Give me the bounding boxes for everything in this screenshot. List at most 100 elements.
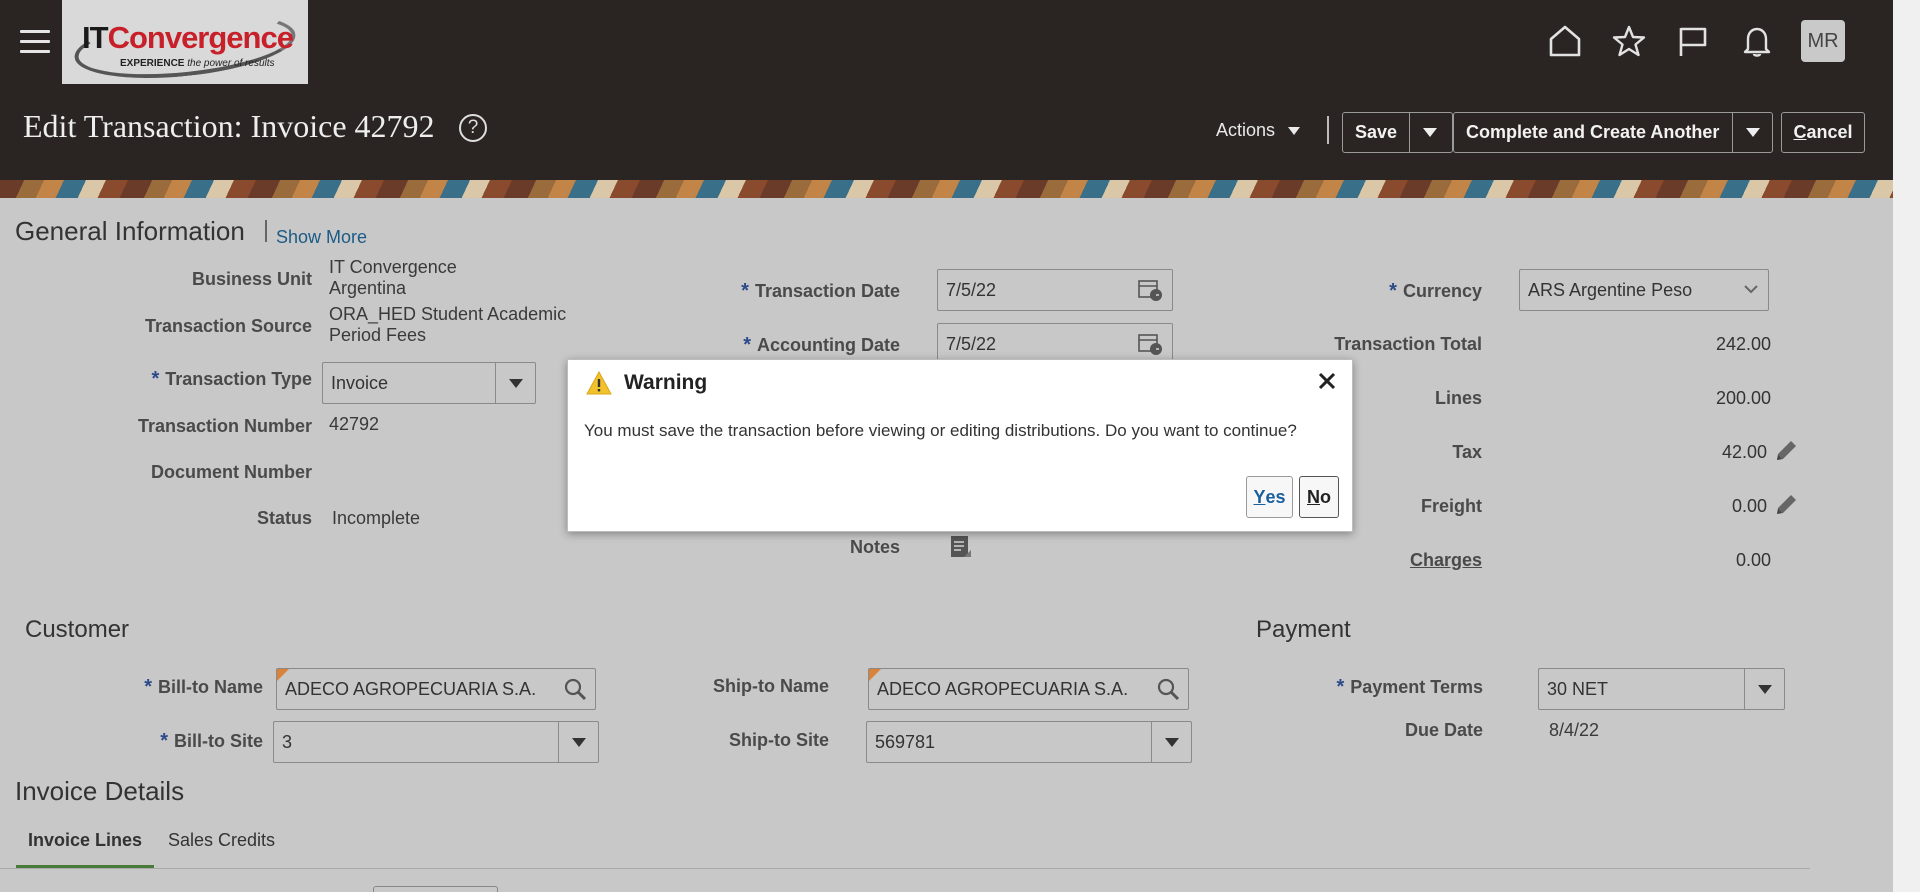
save-button[interactable]: Save: [1343, 122, 1409, 143]
required-indicator: *: [144, 676, 152, 698]
lines-value: 200.00: [1715, 388, 1771, 408]
warning-dialog: Warning You must save the transaction be…: [567, 359, 1353, 532]
required-indicator: *: [1389, 280, 1397, 302]
complete-options-dropdown[interactable]: [1732, 113, 1772, 152]
charges-link[interactable]: Charges: [1410, 550, 1482, 571]
transaction-type-label: * Transaction Type: [151, 368, 312, 390]
business-unit-value: IT Convergence: [329, 257, 457, 277]
chevron-down-icon[interactable]: [1151, 722, 1191, 762]
no-button[interactable]: No: [1299, 476, 1339, 518]
required-indicator: *: [160, 730, 168, 752]
payment-heading: Payment: [1256, 616, 1351, 643]
transaction-source-value: ORA_HED Student Academic: [329, 304, 567, 324]
search-icon[interactable]: [1156, 677, 1180, 706]
ship-to-site-select[interactable]: 569781: [866, 721, 1192, 763]
transaction-total-label: Transaction Total: [1334, 334, 1482, 354]
transaction-number-value: 42792: [329, 414, 380, 434]
edit-icon[interactable]: [1773, 492, 1799, 523]
warning-icon: [586, 370, 612, 400]
bill-to-site-select[interactable]: 3: [273, 721, 599, 763]
chevron-down-icon[interactable]: [495, 363, 535, 403]
tax-label: Tax: [1452, 442, 1482, 462]
required-flag: [277, 669, 289, 681]
document-number-label: Document Number: [150, 462, 312, 482]
accounting-date-label: * Accounting Date: [743, 334, 900, 356]
transaction-number-label: Transaction Number: [137, 416, 312, 436]
bill-to-name-input[interactable]: ADECO AGROPECUARIA S.A.: [276, 668, 596, 710]
notes-icon[interactable]: [950, 535, 972, 564]
show-more-link[interactable]: Show More: [276, 227, 367, 248]
currency-label: * Currency: [1389, 280, 1482, 302]
star-icon[interactable]: [1609, 21, 1649, 61]
customer-heading: Customer: [25, 616, 130, 643]
payment-terms-label: * Payment Terms: [1336, 676, 1483, 698]
transaction-source-label: Transaction Source: [144, 316, 312, 336]
ship-to-name-label: Ship-to Name: [712, 676, 829, 696]
lines-label: Lines: [1434, 388, 1482, 408]
top-header: ITConvergence EXPERIENCE the power of re…: [0, 0, 1893, 180]
bell-icon[interactable]: [1737, 21, 1777, 61]
charges-value: 0.00: [1735, 550, 1771, 570]
required-indicator: *: [743, 334, 751, 356]
chevron-down-icon: [1742, 280, 1760, 303]
edit-icon[interactable]: [1773, 438, 1799, 469]
save-options-dropdown[interactable]: [1409, 113, 1449, 152]
chevron-down-icon: [1422, 128, 1437, 137]
chevron-down-icon[interactable]: [1744, 669, 1784, 709]
required-indicator: *: [741, 280, 749, 302]
business-unit-value-line2: Argentina: [329, 278, 407, 298]
transaction-form: General Information Show More Business U…: [0, 198, 1893, 892]
business-unit-label: Business Unit: [191, 269, 312, 289]
freight-value-link[interactable]: 0.00: [1607, 496, 1767, 517]
invoice-details-heading: Invoice Details: [15, 776, 185, 806]
home-icon[interactable]: [1545, 21, 1585, 61]
required-flag: [869, 669, 881, 681]
transaction-total-value: 242.00: [1715, 334, 1771, 354]
tax-value-link[interactable]: 42.00: [1607, 442, 1767, 463]
close-icon[interactable]: [1316, 370, 1338, 392]
calendar-icon[interactable]: [1138, 332, 1164, 361]
ship-to-name-input[interactable]: ADECO AGROPECUARIA S.A.: [868, 668, 1189, 710]
tab-sales-credits[interactable]: Sales Credits: [168, 830, 275, 851]
dialog-message: You must save the transaction before vie…: [584, 421, 1297, 440]
flag-icon[interactable]: [1673, 21, 1713, 61]
due-date-label: Due Date: [1404, 720, 1483, 740]
notes-label: Notes: [849, 537, 900, 557]
toolbar-button-partial[interactable]: [373, 886, 498, 892]
heading-divider: [265, 220, 267, 242]
help-icon[interactable]: ?: [459, 114, 487, 142]
due-date-value: 8/4/22: [1549, 720, 1600, 740]
currency-select[interactable]: ARS Argentine Peso: [1519, 269, 1769, 311]
save-split-button: Save: [1342, 112, 1453, 153]
menu-icon[interactable]: [20, 30, 50, 54]
toolbar-divider: [1327, 116, 1329, 144]
decorative-banner: [0, 180, 1893, 198]
bill-to-site-label: * Bill-to Site: [160, 730, 263, 752]
avatar[interactable]: MR: [1801, 20, 1845, 62]
status-label: Status: [256, 508, 312, 528]
transaction-source-value-line2: Period Fees: [329, 325, 427, 345]
cancel-button[interactable]: Cancel: [1781, 112, 1865, 153]
tab-invoice-lines[interactable]: Invoice Lines: [16, 830, 155, 869]
tab-strip-divider: [0, 868, 1810, 869]
search-icon[interactable]: [563, 677, 587, 706]
vertical-scrollbar[interactable]: [1893, 0, 1920, 892]
transaction-type-select[interactable]: Invoice: [322, 362, 536, 404]
bill-to-name-label: * Bill-to Name: [144, 676, 263, 698]
calendar-icon[interactable]: [1138, 278, 1164, 307]
complete-split-button: Complete and Create Another: [1453, 112, 1773, 153]
required-indicator: *: [1336, 676, 1345, 698]
yes-button[interactable]: Yes: [1246, 476, 1293, 518]
status-value: Incomplete: [332, 508, 421, 528]
ship-to-site-label: Ship-to Site: [729, 730, 829, 750]
company-logo[interactable]: ITConvergence EXPERIENCE the power of re…: [62, 0, 308, 88]
transaction-date-label: * Transaction Date: [741, 280, 900, 302]
transaction-date-input[interactable]: 7/5/22: [937, 269, 1173, 311]
general-information-heading: General Information: [15, 216, 245, 246]
complete-and-create-another-button[interactable]: Complete and Create Another: [1454, 122, 1732, 143]
payment-terms-select[interactable]: 30 NET: [1538, 668, 1785, 710]
page-title: Edit Transaction: Invoice 42792: [23, 108, 435, 144]
actions-menu[interactable]: Actions: [1216, 120, 1301, 141]
chevron-down-icon[interactable]: [558, 722, 598, 762]
dialog-title: Warning: [624, 371, 708, 394]
